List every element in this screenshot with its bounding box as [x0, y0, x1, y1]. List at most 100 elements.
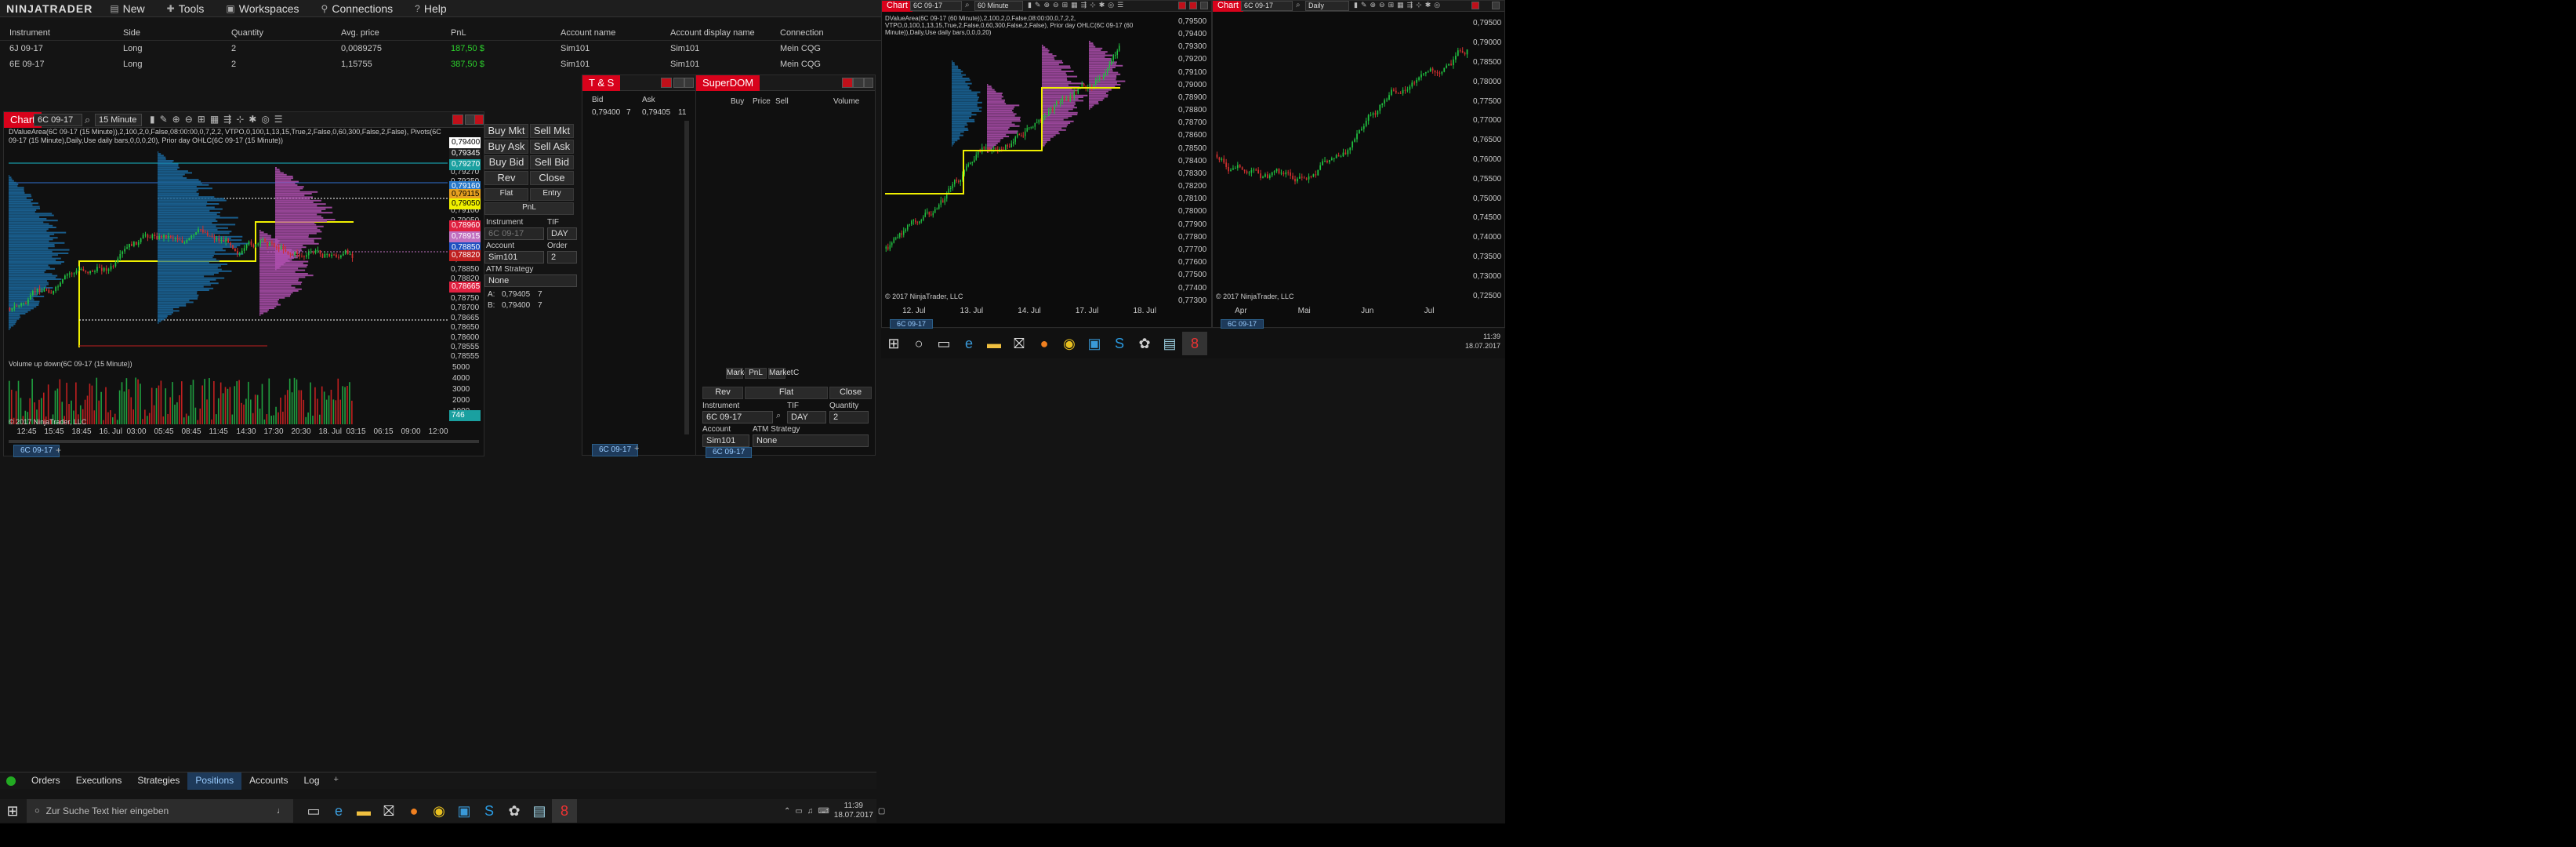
ninjatrader-taskbar-icon[interactable]: 8: [552, 799, 577, 823]
ts-max-button[interactable]: [673, 78, 684, 88]
dom-ladder[interactable]: [724, 107, 865, 373]
dom-pnl-button[interactable]: PnL: [745, 368, 767, 379]
tab-positions[interactable]: Positions: [187, 772, 242, 790]
edge-icon[interactable]: e: [326, 799, 351, 823]
app-icon[interactable]: ▣: [452, 799, 477, 823]
rev-button[interactable]: Rev: [484, 171, 528, 185]
right-chrome-icon[interactable]: ◉: [1057, 332, 1082, 355]
time-axis[interactable]: 12:45 15:45 18:45 16. Jul 03:00 05:45 08:45 11:…: [9, 427, 448, 438]
column-header[interactable]: Instrument: [0, 28, 114, 38]
ts-add-tab[interactable]: +: [634, 444, 639, 453]
windows-start-icon[interactable]: ⊞: [0, 799, 25, 823]
chart2-tools-icons[interactable]: ▮✎⊕⊖⊞▦⇶⊹✱◎☰: [1028, 1, 1127, 9]
atm-select[interactable]: None: [484, 274, 577, 287]
minimize-button[interactable]: [452, 115, 463, 125]
right-firefox-icon[interactable]: ●: [1032, 332, 1057, 355]
dom-instrument-select[interactable]: 6C 09-17: [702, 411, 773, 424]
taskbar-search[interactable]: ○ Zur Suche Text hier eingeben ♩: [27, 799, 293, 823]
menu-workspaces[interactable]: ▣ Workspaces: [215, 0, 310, 17]
notepad-icon[interactable]: ▤: [527, 799, 552, 823]
volume-icon[interactable]: ♫: [807, 807, 814, 816]
column-header[interactable]: Account display name: [661, 28, 771, 38]
volume-chart[interactable]: [9, 363, 448, 424]
chart2-min[interactable]: [1178, 2, 1186, 9]
store-icon[interactable]: ⛝: [376, 799, 401, 823]
tab-executions[interactable]: Executions: [68, 772, 130, 790]
chart2-close[interactable]: [1200, 2, 1208, 9]
chart3-time-axis[interactable]: Apr Mai Jun Jul: [1216, 307, 1468, 316]
dom-close-button[interactable]: [864, 78, 873, 88]
chart3-price-axis[interactable]: 0,79500 0,79000 0,78500 0,78000 0,77500 0,770…: [1471, 13, 1506, 305]
dom-max-button[interactable]: [853, 78, 864, 88]
tif-select[interactable]: DAY: [547, 227, 577, 240]
column-header[interactable]: Side: [114, 28, 222, 38]
right-ninjatrader-icon[interactable]: 8: [1182, 332, 1207, 355]
menu-new[interactable]: ▤ New: [99, 0, 155, 17]
chart3-interval-select[interactable]: Daily: [1305, 1, 1349, 11]
right-start-icon[interactable]: ⊞: [881, 332, 906, 355]
right-edge-icon[interactable]: e: [956, 332, 981, 355]
sell-ask-button[interactable]: Sell Ask: [530, 140, 574, 154]
column-header[interactable]: Quantity: [222, 28, 332, 38]
dom-tif-select[interactable]: DAY: [787, 411, 826, 424]
ts-min-button[interactable]: [661, 78, 672, 88]
menu-tools[interactable]: ✚ Tools: [156, 0, 216, 17]
dom-flat-button[interactable]: Flat: [745, 387, 828, 399]
column-header[interactable]: Account name: [551, 28, 661, 38]
tab-orders[interactable]: Orders: [24, 772, 68, 790]
chart2-instrument-select[interactable]: 6C 09-17: [910, 1, 962, 11]
column-header[interactable]: Avg. price: [332, 28, 441, 38]
right-explorer-icon[interactable]: ▬: [981, 332, 1007, 355]
right-cortana-icon[interactable]: ○: [906, 332, 931, 355]
right-taskview-icon[interactable]: ▭: [931, 332, 956, 355]
add-tab-button[interactable]: +: [56, 445, 61, 456]
account-select[interactable]: Sim101: [484, 251, 544, 264]
chart2-time-axis[interactable]: 12. Jul 13. Jul 14. Jul 17. Jul 18. Jul: [885, 307, 1174, 316]
menu-help[interactable]: ? Help: [404, 0, 457, 17]
chart2-max[interactable]: [1189, 2, 1197, 9]
price-chart[interactable]: [9, 136, 448, 359]
instrument-field[interactable]: 6C 09-17: [484, 227, 544, 240]
add-tab-button[interactable]: +: [328, 772, 345, 790]
keyboard-icon[interactable]: ⌨: [818, 807, 829, 816]
chart3-min[interactable]: [1471, 2, 1479, 9]
dom-min-button[interactable]: [842, 78, 853, 88]
dom-qty-field[interactable]: 2: [829, 411, 869, 424]
firefox-icon[interactable]: ●: [401, 799, 426, 823]
right-settings-icon[interactable]: ✿: [1132, 332, 1157, 355]
chart3-instrument-select[interactable]: 6C 09-17: [1241, 1, 1293, 11]
market-buy-button[interactable]: Market: [726, 368, 751, 379]
dom-close-position-button[interactable]: Close: [829, 387, 872, 399]
market-sell-button[interactable]: Market: [768, 368, 793, 379]
column-header[interactable]: Connection: [771, 28, 880, 38]
close-position-button[interactable]: Close: [530, 171, 574, 185]
dom-account-select[interactable]: Sim101: [702, 434, 749, 447]
chart3-search-icon[interactable]: ⌕: [1296, 1, 1301, 9]
chart-tab[interactable]: 6C 09-17: [13, 445, 60, 457]
ts-list[interactable]: [582, 120, 692, 442]
instrument-select[interactable]: 6C 09-17: [34, 114, 82, 126]
tab-accounts[interactable]: Accounts: [241, 772, 296, 790]
sell-bid-button[interactable]: Sell Bid: [530, 155, 574, 169]
chart2-interval-select[interactable]: 60 Minute: [974, 1, 1023, 11]
chart3-tab[interactable]: 6C 09-17: [1221, 319, 1264, 329]
order-qty-field[interactable]: 2: [547, 251, 577, 264]
entry-button[interactable]: Entry: [530, 188, 574, 201]
ts-close-button[interactable]: [684, 78, 694, 88]
explorer-icon[interactable]: ▬: [351, 799, 376, 823]
dom-search-icon[interactable]: ⌕: [776, 411, 781, 421]
chart2-search-icon[interactable]: ⌕: [965, 1, 970, 9]
right-app-icon[interactable]: ▣: [1082, 332, 1107, 355]
network-icon[interactable]: ▭: [795, 807, 802, 816]
chrome-icon[interactable]: ◉: [426, 799, 452, 823]
sell-mkt-button[interactable]: Sell Mkt: [530, 124, 574, 138]
scrollbar[interactable]: [9, 440, 479, 443]
chart2-price-chart[interactable]: [885, 13, 1174, 305]
buy-mkt-button[interactable]: Buy Mkt: [484, 124, 528, 138]
ts-scrollbar[interactable]: [684, 121, 689, 434]
interval-select[interactable]: 15 Minute: [95, 114, 142, 126]
buy-bid-button[interactable]: Buy Bid: [484, 155, 528, 169]
chart2-tab[interactable]: 6C 09-17: [890, 319, 934, 329]
tray-arrow-icon[interactable]: ⌃: [784, 807, 790, 816]
settings-icon[interactable]: ✿: [502, 799, 527, 823]
